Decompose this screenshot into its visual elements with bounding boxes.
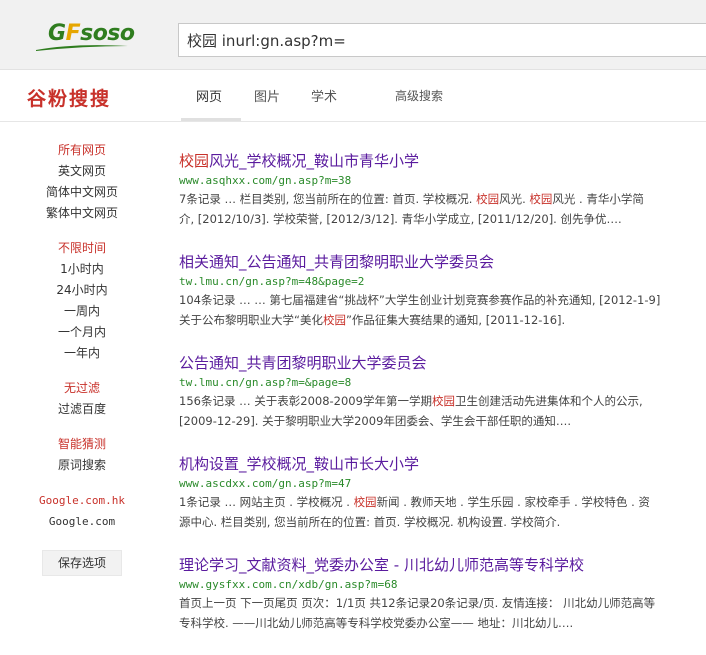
sidebar-item-no-filter[interactable]: 无过滤 <box>0 378 164 399</box>
top-search-bar: GFsoso <box>0 0 706 70</box>
snippet-text: 7条记录 … 栏目类别, 您当前所在的位置: 首页. 学校概况. <box>179 192 477 206</box>
result-title[interactable]: 理论学习_文献资料_党委办公室 - 川北幼儿师范高等专科学校 <box>179 554 706 576</box>
snippet-text: 卫生创建活动先进集体和个人的公示, <box>454 394 643 408</box>
result-title[interactable]: 校园风光_学校概况_鞍山市青华小学 <box>179 150 706 172</box>
result-snippet: 104条记录 … … 第七届福建省“挑战杯”大学生创业计划竞赛参赛作品的补充通知… <box>179 290 706 330</box>
dedupe-filter-group: 无过滤 过滤百度 <box>0 378 164 420</box>
snippet-text: 新闻 . 教师天地 . 学生乐园 . 家校牵手 . 学校特色 . 资 <box>376 495 650 509</box>
snippet-line: 首页上一页 下一页尾页 页次：1/1页 共12条记录20条记录/页. 友情连接：… <box>179 596 656 610</box>
language-filter-group: 所有网页 英文网页 简体中文网页 繁体中文网页 <box>0 140 164 224</box>
gfsoso-logo[interactable]: GFsoso <box>30 18 142 52</box>
snippet-text: ”作品征集大赛结果的通知, [2011-12-16]. <box>345 313 566 327</box>
save-options-button[interactable]: 保存选项 <box>42 550 122 576</box>
result-snippet: 156条记录 … 关于表彰2008-2009学年第一学期校园卫生创建活动先进集体… <box>179 391 706 431</box>
logo-swoosh-icon <box>36 45 128 51</box>
result-item: 公告通知_共青团黎明职业大学委员会 tw.lmu.cn/gn.asp?m=&pa… <box>179 352 706 431</box>
smart-guess-group: 智能猜测 原词搜索 <box>0 434 164 476</box>
result-title[interactable]: 公告通知_共青团黎明职业大学委员会 <box>179 352 706 374</box>
snippet-text: 风光. <box>499 192 530 206</box>
tab-scholar[interactable]: 学术 <box>311 86 337 105</box>
result-snippet: 首页上一页 下一页尾页 页次：1/1页 共12条记录20条记录/页. 友情连接：… <box>179 593 706 633</box>
google-com-link[interactable]: Google.com <box>0 511 164 532</box>
sidebar-item-24-hours[interactable]: 24小时内 <box>0 280 164 301</box>
result-item: 理论学习_文献资料_党委办公室 - 川北幼儿师范高等专科学校 www.gysfx… <box>179 554 706 633</box>
sidebar-item-any-time[interactable]: 不限时间 <box>0 238 164 259</box>
sidebar-item-1-week[interactable]: 一周内 <box>0 301 164 322</box>
advanced-search-link[interactable]: 高级搜索 <box>395 87 443 104</box>
highlight-term: 校园 <box>476 192 500 206</box>
snippet-line: 7条记录 … 栏目类别, 您当前所在的位置: 首页. 学校概况. 校园风光. 校… <box>179 189 706 209</box>
result-url: www.ascdxx.com/gn.asp?m=47 <box>179 477 352 490</box>
tab-images[interactable]: 图片 <box>254 86 280 105</box>
result-url: tw.lmu.cn/gn.asp?m=48&page=2 <box>179 275 365 288</box>
search-results: 校园风光_学校概况_鞍山市青华小学 www.asqhxx.com/gn.asp?… <box>179 150 706 655</box>
snippet-text: 风光 . 青华小学简 <box>552 192 644 206</box>
highlight-term: 校园 <box>322 313 346 327</box>
sidebar-item-smart-guess[interactable]: 智能猜测 <box>0 434 164 455</box>
snippet-text: 关于公布黎明职业大学“美化 <box>179 313 323 327</box>
result-url: www.gysfxx.com.cn/xdb/gn.asp?m=68 <box>179 578 398 591</box>
nav-row: 谷粉搜搜 网页 图片 学术 高级搜索 <box>0 70 706 122</box>
result-item: 相关通知_公告通知_共青团黎明职业大学委员会 tw.lmu.cn/gn.asp?… <box>179 251 706 330</box>
snippet-line: 104条记录 … … 第七届福建省“挑战杯”大学生创业计划竞赛参赛作品的补充通知… <box>179 293 661 307</box>
snippet-line: 介, [2012/10/3]. 学校荣誉, [2012/3/12]. 青华小学成… <box>179 212 622 226</box>
sidebar-item-simplified[interactable]: 简体中文网页 <box>0 182 164 203</box>
result-item: 机构设置_学校概况_鞍山市长大小学 www.ascdxx.com/gn.asp?… <box>179 453 706 532</box>
sidebar-item-1-hour[interactable]: 1小时内 <box>0 259 164 280</box>
time-filter-group: 不限时间 1小时内 24小时内 一周内 一个月内 一年内 <box>0 238 164 364</box>
result-url: www.asqhxx.com/gn.asp?m=38 <box>179 174 352 187</box>
snippet-text: 156条记录 … 关于表彰2008-2009学年第一学期 <box>179 394 432 408</box>
sidebar-item-filter-baidu[interactable]: 过滤百度 <box>0 399 164 420</box>
result-snippet: 1条记录 … 网站主页 . 学校概况 . 校园新闻 . 教师天地 . 学生乐园 … <box>179 492 706 532</box>
result-title-text: 风光_学校概况_鞍山市青华小学 <box>209 152 420 170</box>
search-input[interactable] <box>179 24 706 56</box>
sidebar-item-1-year[interactable]: 一年内 <box>0 343 164 364</box>
snippet-line: 源中心. 栏目类别, 您当前所在的位置: 首页. 学校概况. 机构设置. 学校简… <box>179 515 561 529</box>
sidebar-item-english[interactable]: 英文网页 <box>0 161 164 182</box>
result-title[interactable]: 机构设置_学校概况_鞍山市长大小学 <box>179 453 706 475</box>
sidebar-item-all-pages[interactable]: 所有网页 <box>0 140 164 161</box>
active-tab-indicator <box>181 118 241 121</box>
snippet-text: 1条记录 … 网站主页 . 学校概况 . <box>179 495 354 509</box>
google-links-group: Google.com.hk Google.com 保存选项 <box>0 490 164 576</box>
snippet-line: [2009-12-29]. 关于黎明职业大学2009年团委会、学生会干部任职的通… <box>179 414 572 428</box>
snippet-line: 156条记录 … 关于表彰2008-2009学年第一学期校园卫生创建活动先进集体… <box>179 391 706 411</box>
highlight-term: 校园 <box>353 495 377 509</box>
search-box[interactable] <box>178 23 706 57</box>
highlight-term: 校园 <box>179 152 210 170</box>
brand-title[interactable]: 谷粉搜搜 <box>27 84 111 111</box>
sidebar-item-exact-search[interactable]: 原词搜索 <box>0 455 164 476</box>
result-item: 校园风光_学校概况_鞍山市青华小学 www.asqhxx.com/gn.asp?… <box>179 150 706 229</box>
tab-web[interactable]: 网页 <box>196 86 222 105</box>
snippet-line: 关于公布黎明职业大学“美化校园”作品征集大赛结果的通知, [2011-12-16… <box>179 310 706 330</box>
result-title[interactable]: 相关通知_公告通知_共青团黎明职业大学委员会 <box>179 251 706 273</box>
snippet-line: 1条记录 … 网站主页 . 学校概况 . 校园新闻 . 教师天地 . 学生乐园 … <box>179 492 706 512</box>
highlight-term: 校园 <box>431 394 455 408</box>
sidebar-item-traditional[interactable]: 繁体中文网页 <box>0 203 164 224</box>
sidebar: 所有网页 英文网页 简体中文网页 繁体中文网页 不限时间 1小时内 24小时内 … <box>0 140 164 590</box>
highlight-term: 校园 <box>529 192 553 206</box>
sidebar-item-1-month[interactable]: 一个月内 <box>0 322 164 343</box>
result-url: tw.lmu.cn/gn.asp?m=&page=8 <box>179 376 352 389</box>
result-snippet: 7条记录 … 栏目类别, 您当前所在的位置: 首页. 学校概况. 校园风光. 校… <box>179 189 706 229</box>
snippet-line: 专科学校. ——川北幼儿师范高等专科学校党委办公室—— 地址：川北幼儿…. <box>179 616 574 630</box>
google-hk-link[interactable]: Google.com.hk <box>0 490 164 511</box>
